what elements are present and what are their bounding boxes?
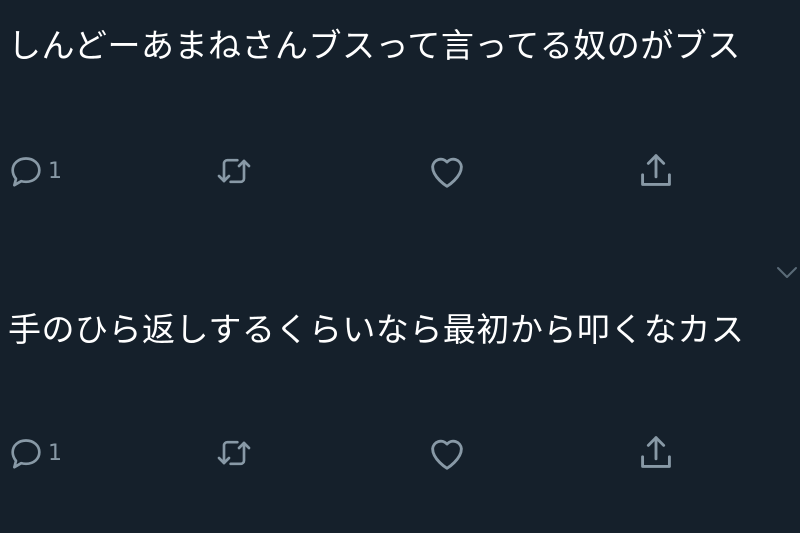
retweet-button[interactable]: [214, 148, 254, 194]
share-button[interactable]: [633, 148, 679, 194]
share-button[interactable]: [633, 430, 679, 476]
reply-button[interactable]: 1: [6, 430, 62, 476]
like-button[interactable]: [424, 148, 470, 194]
reply-count: 1: [48, 440, 62, 466]
share-icon: [633, 148, 679, 194]
retweet-button[interactable]: [214, 430, 254, 476]
divider: [0, 248, 800, 249]
heart-icon: [424, 148, 470, 194]
reply-button[interactable]: 1: [6, 148, 62, 194]
tweet-menu-caret[interactable]: [773, 262, 800, 284]
tweet-actions: 1: [0, 430, 800, 476]
reply-icon: [6, 433, 46, 473]
share-icon: [633, 430, 679, 476]
reply-icon: [6, 151, 46, 191]
like-button[interactable]: [424, 430, 470, 476]
reply-count: 1: [48, 158, 62, 184]
retweet-icon: [214, 433, 254, 473]
tweet-actions: 1: [0, 148, 800, 194]
heart-icon: [424, 430, 470, 476]
retweet-icon: [214, 151, 254, 191]
tweet-text: しんどーあまねさんブスって言ってる奴のがブス: [8, 26, 741, 65]
tweet-text: 手のひら返しするくらいなら最初から叩くなカス: [8, 310, 745, 349]
chevron-down-icon: [773, 267, 800, 288]
